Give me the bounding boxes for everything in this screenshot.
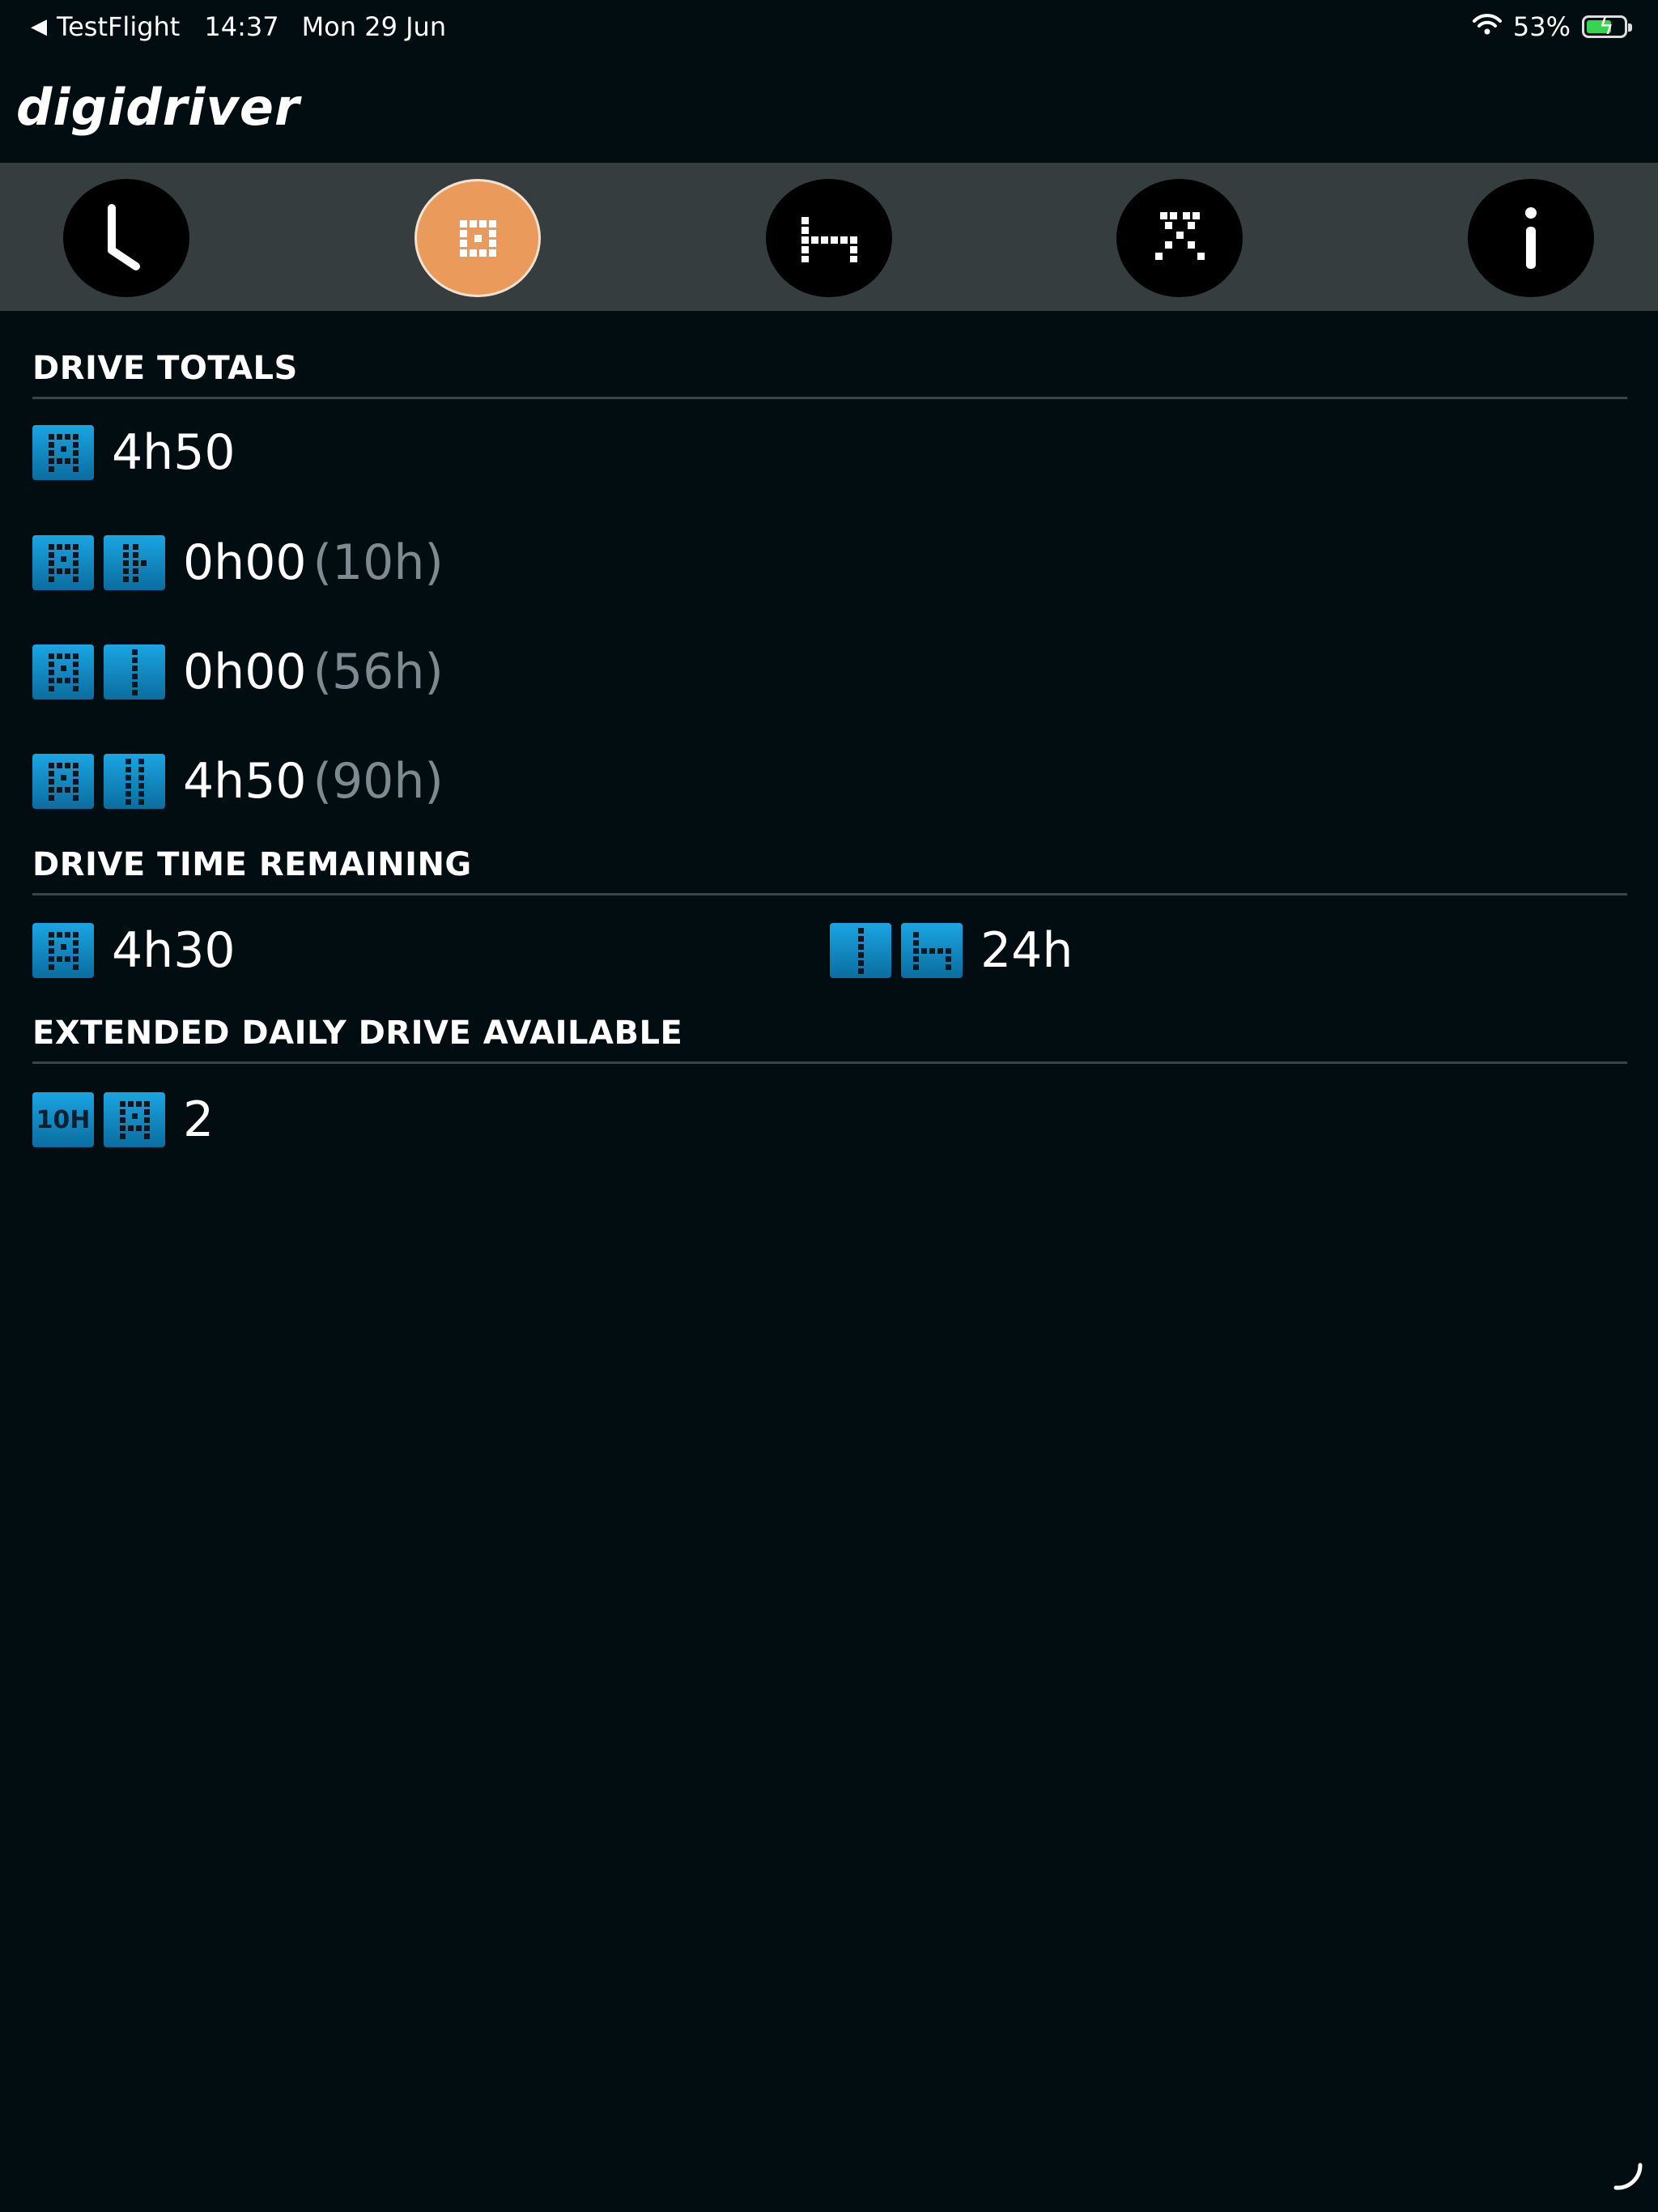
steering-wheel-icon: [460, 220, 496, 257]
drive-total-row-daily: 0h00 (10h): [32, 534, 444, 591]
status-right: 53% ϟ: [1472, 11, 1632, 42]
nav-info-button[interactable]: [1468, 179, 1594, 297]
wifi-icon: [1472, 11, 1502, 42]
loading-spinner-icon: [1611, 2160, 1643, 2196]
remaining-drive-value: 4h30: [112, 922, 236, 979]
status-left: ◀ TestFlight 14:37 Mon 29 Jun: [31, 11, 446, 42]
drive-total-row-current: 4h50: [32, 424, 236, 481]
drive-icon: [32, 425, 94, 480]
drive-totals-divider: [32, 397, 1627, 399]
rest-icon: [901, 923, 963, 978]
drive-icon: [32, 535, 94, 590]
drive-icon: [32, 923, 94, 978]
status-time: 14:37: [204, 11, 279, 42]
nav-clock-button[interactable]: [63, 179, 189, 297]
two-week-icon: [104, 754, 165, 809]
ten-hour-badge: 10H: [32, 1092, 94, 1147]
back-app-label[interactable]: TestFlight: [57, 11, 180, 42]
top-nav-bar: [0, 163, 1658, 311]
extended-daily-heading: EXTENDED DAILY DRIVE AVAILABLE: [32, 1015, 683, 1052]
drive-time-remaining-divider: [32, 893, 1627, 895]
drive-total-row-weekly: 0h00 (56h): [32, 644, 444, 700]
status-date: Mon 29 Jun: [301, 11, 447, 42]
info-icon: [1525, 207, 1537, 269]
drive-total-row-fortnight: 4h50 (90h): [32, 753, 444, 810]
one-week-icon: [104, 644, 165, 700]
app-logo: digidriver: [16, 78, 300, 137]
hammers-icon: [1155, 212, 1205, 260]
day-icon: [104, 535, 165, 590]
nav-work-button[interactable]: [1116, 179, 1243, 297]
drive-totals-heading: DRIVE TOTALS: [32, 350, 298, 387]
battery-percentage: 53%: [1512, 11, 1571, 42]
one-week-icon: [830, 923, 891, 978]
remaining-rest-value: 24h: [980, 922, 1073, 979]
weekly-drive-value: 0h00: [183, 644, 307, 700]
extended-daily-value: 2: [183, 1091, 215, 1148]
fortnight-drive-limit: (90h): [312, 753, 444, 810]
battery-icon: ϟ: [1582, 13, 1632, 40]
drive-time-remaining-heading: DRIVE TIME REMAINING: [32, 846, 472, 883]
daily-drive-limit: (10h): [312, 534, 444, 591]
nav-drive-button[interactable]: [414, 179, 541, 297]
weekly-drive-limit: (56h): [312, 644, 444, 700]
status-bar: ◀ TestFlight 14:37 Mon 29 Jun 53% ϟ: [0, 0, 1658, 58]
drive-icon: [104, 1092, 165, 1147]
extended-daily-row: 10H 2: [32, 1091, 214, 1148]
daily-drive-value: 0h00: [183, 534, 307, 591]
back-to-app-button[interactable]: ◀: [31, 15, 47, 39]
bed-icon: [801, 217, 857, 262]
fortnight-drive-value: 4h50: [183, 753, 307, 810]
nav-rest-button[interactable]: [766, 179, 892, 297]
clock-icon: [108, 204, 140, 270]
drive-icon: [32, 644, 94, 700]
drive-icon: [32, 754, 94, 809]
extended-daily-divider: [32, 1061, 1627, 1064]
remaining-drive-row: 4h30: [32, 922, 236, 979]
remaining-rest-row: 24h: [830, 922, 1073, 979]
drive-total-value: 4h50: [112, 424, 236, 481]
